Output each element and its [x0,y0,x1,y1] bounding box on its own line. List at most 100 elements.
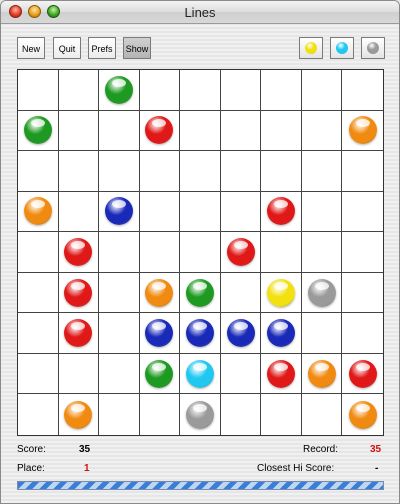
board-cell[interactable] [99,353,140,395]
board-cell[interactable] [220,232,262,273]
blue-ball[interactable] [185,319,214,348]
blue-ball[interactable] [267,319,296,348]
board-cell[interactable] [342,313,383,354]
board-cell[interactable] [342,70,383,111]
board-cell[interactable] [139,151,181,192]
board-cell[interactable] [220,191,262,233]
board-cell[interactable] [180,151,221,192]
orange-ball[interactable] [307,359,336,388]
board-cell[interactable] [261,313,302,354]
board-cell[interactable] [58,191,100,233]
blue-ball[interactable] [145,319,174,348]
board-cell[interactable] [261,232,302,273]
board-cell[interactable] [180,394,221,435]
green-ball[interactable] [145,359,174,388]
blue-ball[interactable] [104,197,133,226]
board-cell[interactable] [301,313,343,354]
board-cell[interactable] [58,272,100,314]
board-cell[interactable] [261,394,302,435]
green-ball[interactable] [23,116,52,145]
orange-ball[interactable] [64,400,93,429]
show-button[interactable]: Show [123,37,151,59]
board-cell[interactable] [342,192,383,233]
board-cell[interactable] [99,110,140,152]
board-cell[interactable] [180,353,221,395]
board-cell[interactable] [18,313,59,354]
board-cell[interactable] [18,272,59,314]
board-cell[interactable] [180,313,221,354]
quit-button[interactable]: Quit [53,37,81,59]
blue-ball[interactable] [226,319,255,348]
board-cell[interactable] [220,353,262,395]
board-cell[interactable] [220,272,262,314]
board-cell[interactable] [301,232,343,273]
orange-ball[interactable] [348,400,377,429]
red-ball[interactable] [64,237,93,266]
board-cell[interactable] [139,313,181,354]
board-cell[interactable] [180,232,221,273]
board-cell[interactable] [58,70,100,111]
board-cell[interactable] [220,110,262,152]
board-cell[interactable] [139,110,181,152]
board-cell[interactable] [58,151,100,192]
board-cell[interactable] [139,272,181,314]
board-cell[interactable] [180,191,221,233]
board-cell[interactable] [261,151,302,192]
yellow-ball[interactable] [267,278,296,307]
board-cell[interactable] [261,353,302,395]
board-cell[interactable] [139,353,181,395]
board-cell[interactable] [301,70,343,111]
board-cell[interactable] [301,272,343,314]
prefs-button[interactable]: Prefs [88,37,116,59]
board-cell[interactable] [180,110,221,152]
orange-ball[interactable] [23,197,52,226]
orange-ball[interactable] [348,116,377,145]
board-cell[interactable] [301,191,343,233]
board-cell[interactable] [261,110,302,152]
board-cell[interactable] [18,353,59,395]
board-cell[interactable] [18,151,59,192]
board-cell[interactable] [301,353,343,395]
board-cell[interactable] [99,272,140,314]
board-cell[interactable] [99,232,140,273]
board-cell[interactable] [261,191,302,233]
red-ball[interactable] [267,197,296,226]
red-ball[interactable] [226,237,255,266]
board-cell[interactable] [342,111,383,152]
board-cell[interactable] [59,394,100,435]
new-game-button[interactable]: New [17,37,45,59]
board-cell[interactable] [180,272,221,314]
board-cell[interactable] [220,70,262,111]
green-ball[interactable] [185,278,214,307]
board-cell[interactable] [139,70,181,111]
board-cell[interactable] [58,313,100,354]
red-ball[interactable] [64,278,93,307]
board-cell[interactable] [342,151,383,192]
board-cell[interactable] [139,232,181,273]
board-cell[interactable] [140,394,181,435]
board-cell[interactable] [58,232,100,273]
board-cell[interactable] [301,110,343,152]
board-cell[interactable] [58,353,100,395]
gray-ball[interactable] [185,400,214,429]
board-cell[interactable] [18,110,59,152]
red-ball[interactable] [64,319,93,348]
board-cell[interactable] [301,151,343,192]
green-ball[interactable] [104,75,133,104]
board-cell[interactable] [342,273,383,314]
board-cell[interactable] [180,70,221,111]
board-cell[interactable] [302,394,343,435]
orange-ball[interactable] [145,278,174,307]
board-cell[interactable] [99,394,140,435]
red-ball[interactable] [145,116,174,145]
gray-ball[interactable] [307,278,336,307]
board-cell[interactable] [261,272,302,314]
board-cell[interactable] [18,394,59,435]
board-cell[interactable] [99,151,140,192]
board-cell[interactable] [99,70,140,111]
board-cell[interactable] [220,313,262,354]
board-cell[interactable] [18,70,59,111]
red-ball[interactable] [267,359,296,388]
board-cell[interactable] [18,191,59,233]
board-cell[interactable] [220,151,262,192]
